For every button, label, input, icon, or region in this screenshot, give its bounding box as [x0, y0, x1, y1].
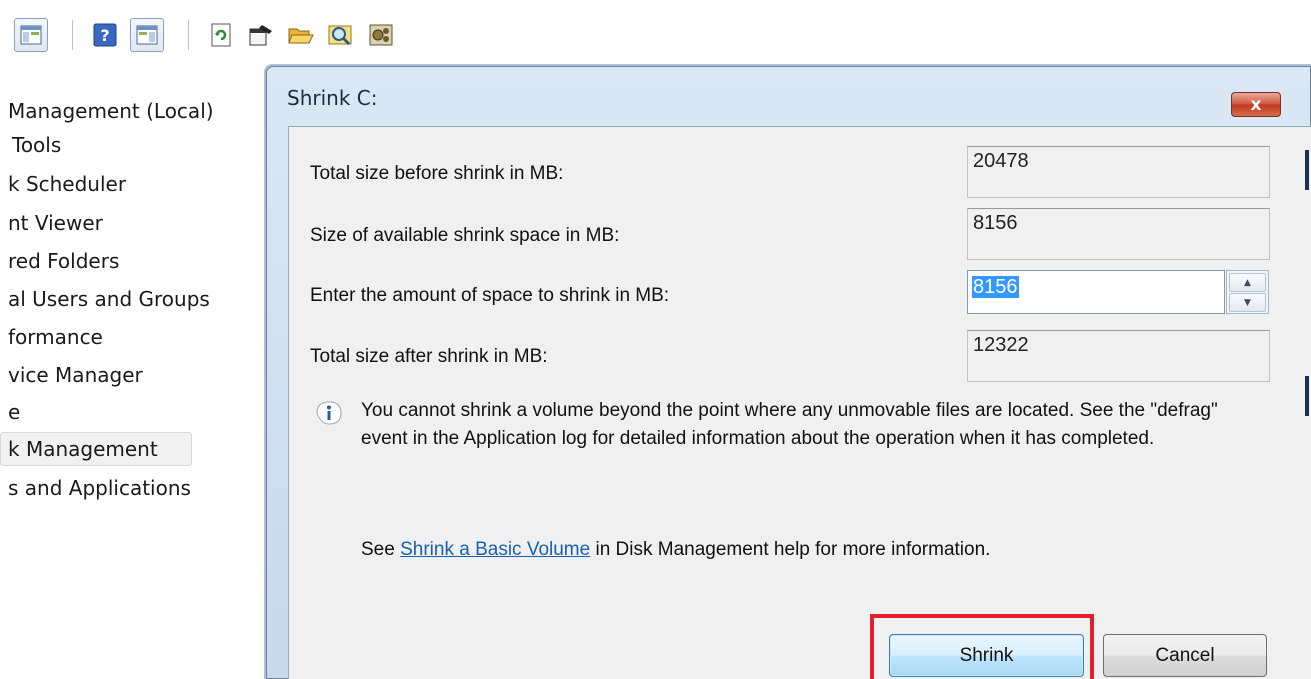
shrink-amount-selected-text: 8156: [972, 276, 1019, 298]
background-window-edge: [1305, 376, 1309, 416]
shrink-amount-spinner[interactable]: ▲ ▼: [1226, 270, 1269, 314]
total-before-label: Total size before shrink in MB:: [310, 163, 564, 184]
tree-item-computer-management[interactable]: Management (Local): [0, 94, 214, 128]
open-button[interactable]: [284, 18, 318, 52]
shrink-amount-label: Enter the amount of space to shrink in M…: [310, 285, 670, 306]
svg-text:?: ?: [100, 26, 109, 45]
info-icon: [316, 401, 342, 425]
tree-item-event-viewer[interactable]: nt Viewer: [0, 206, 103, 240]
toolbar-separator: [72, 20, 73, 50]
settings-button[interactable]: [364, 18, 398, 52]
dialog-title: Shrink C:: [287, 86, 378, 110]
info-message: You cannot shrink a volume beyond the po…: [361, 400, 1218, 449]
toolbar: ?: [0, 0, 1311, 62]
spin-down-button[interactable]: ▼: [1229, 293, 1266, 312]
gear-icon: [369, 24, 393, 46]
close-icon: x: [1250, 94, 1262, 115]
tree-item-local-users-groups[interactable]: al Users and Groups: [0, 282, 210, 316]
total-after-label: Total size after shrink in MB:: [310, 346, 548, 367]
spin-up-button[interactable]: ▲: [1229, 273, 1266, 292]
shrink-amount-input[interactable]: 8156: [967, 270, 1225, 314]
shrink-basic-volume-link[interactable]: Shrink a Basic Volume: [400, 539, 590, 560]
available-space-label: Size of available shrink space in MB:: [310, 225, 620, 246]
tree-item-task-scheduler[interactable]: k Scheduler: [0, 167, 126, 201]
show-hide-console-tree-button[interactable]: [14, 18, 48, 52]
help-suffix: in Disk Management help for more informa…: [590, 539, 991, 560]
toolbar-separator: [188, 20, 189, 50]
total-after-value: 12322: [967, 330, 1270, 382]
background-window-edge: [1305, 150, 1309, 190]
close-button[interactable]: x: [1231, 92, 1281, 117]
available-space-value: 8156: [967, 208, 1270, 260]
tree-item-services-applications[interactable]: s and Applications: [0, 471, 191, 505]
tree-item-storage[interactable]: e: [0, 395, 20, 429]
show-hide-action-pane-button[interactable]: [130, 18, 164, 52]
search-button[interactable]: [324, 18, 358, 52]
total-before-value: 20478: [967, 146, 1270, 198]
tree-item-device-manager[interactable]: vice Manager: [0, 358, 143, 392]
chevron-down-icon: ▼: [1244, 297, 1251, 308]
shrink-button[interactable]: Shrink: [889, 634, 1084, 677]
help-icon: ?: [93, 23, 117, 47]
tree-item-performance[interactable]: formance: [0, 320, 103, 354]
refresh-icon: [211, 23, 231, 47]
help-button[interactable]: ?: [88, 18, 122, 52]
chevron-up-icon: ▲: [1244, 277, 1251, 288]
search-icon: [328, 25, 352, 46]
console-tree: Management (Local) Tools k Scheduler nt …: [0, 88, 265, 679]
help-text: See Shrink a Basic Volume in Disk Manage…: [361, 539, 990, 561]
refresh-button[interactable]: [204, 18, 238, 52]
help-prefix: See: [361, 539, 401, 560]
tree-item-shared-folders[interactable]: red Folders: [0, 244, 119, 278]
folder-open-icon: [288, 28, 314, 44]
tree-item-system-tools[interactable]: Tools: [0, 128, 61, 162]
cancel-button[interactable]: Cancel: [1103, 634, 1267, 677]
action-pane-icon: [136, 25, 158, 45]
properties-button[interactable]: [244, 18, 278, 52]
properties-icon: [249, 25, 272, 46]
tree-item-disk-management[interactable]: k Management: [0, 432, 192, 466]
console-tree-icon: [20, 25, 42, 45]
